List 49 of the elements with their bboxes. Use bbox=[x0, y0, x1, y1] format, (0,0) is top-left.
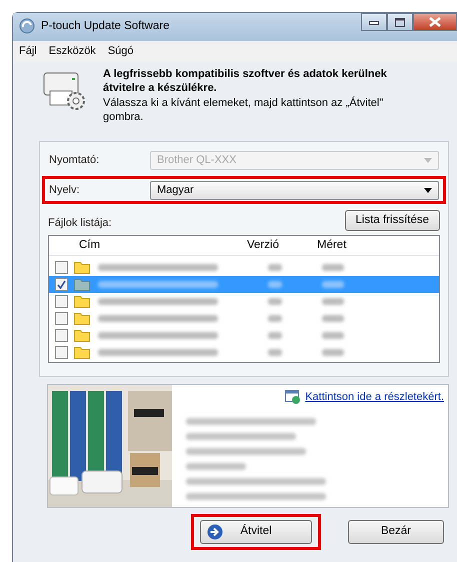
checkbox[interactable] bbox=[55, 312, 68, 325]
menu-item[interactable]: Fájl bbox=[19, 43, 37, 59]
refresh-button[interactable]: Lista frissítése bbox=[344, 210, 440, 231]
app-icon bbox=[19, 18, 35, 34]
maximize-button[interactable] bbox=[387, 13, 413, 31]
column-header[interactable]: Méret bbox=[309, 236, 389, 254]
blurred-text bbox=[268, 264, 282, 271]
blurred-text bbox=[268, 349, 282, 356]
column-header[interactable]: Verzió bbox=[239, 236, 309, 254]
maximize-icon bbox=[395, 18, 405, 27]
blurred-text bbox=[322, 315, 344, 322]
close-dialog-button[interactable]: Bezár bbox=[348, 520, 444, 544]
blurred-text bbox=[322, 298, 344, 305]
checkbox[interactable] bbox=[55, 295, 68, 308]
blurred-text bbox=[322, 281, 344, 288]
details-link[interactable]: Kattintson ide a részletekért. bbox=[305, 389, 444, 406]
minimize-button[interactable] bbox=[361, 13, 387, 31]
headline-text: A legfrissebb kompatibilis szoftver és adatok kerülnek átvitelre a készülékre. bbox=[103, 67, 388, 95]
minimize-icon bbox=[369, 19, 379, 26]
blurred-text bbox=[322, 264, 344, 271]
folder-icon bbox=[74, 345, 90, 360]
menu-item[interactable]: Eszközök bbox=[48, 43, 96, 59]
folder-icon bbox=[74, 328, 90, 342]
menu-item[interactable]: Súgó bbox=[108, 43, 134, 59]
blurred-text bbox=[268, 298, 282, 305]
field-label: Nyelv: bbox=[48, 182, 81, 198]
window-title: P-touch Update Software bbox=[41, 19, 170, 34]
checkbox[interactable] bbox=[55, 261, 68, 274]
close-button[interactable] bbox=[413, 13, 457, 31]
checkbox[interactable] bbox=[55, 346, 68, 359]
close-icon bbox=[429, 17, 441, 28]
column-header[interactable]: Cím bbox=[49, 236, 239, 254]
blurred-text bbox=[268, 281, 282, 288]
blurred-text bbox=[322, 332, 344, 339]
blurred-text bbox=[322, 349, 344, 356]
dropdown-field[interactable]: Magyar bbox=[150, 180, 439, 200]
dropdown-field: Brother QL-XXX bbox=[150, 150, 439, 170]
list-label: Fájlok listája: bbox=[48, 216, 112, 230]
web-page-icon bbox=[285, 390, 302, 404]
folder-icon bbox=[74, 277, 90, 292]
field-label: Nyomtató: bbox=[48, 152, 100, 168]
blurred-text bbox=[268, 315, 282, 322]
blurred-text bbox=[268, 332, 282, 339]
instruction-text: Válassza ki a kívánt elemeket, majd kattintson az „Átvitel" gombra. bbox=[103, 96, 384, 124]
checkbox[interactable] bbox=[55, 278, 68, 291]
folder-icon bbox=[74, 311, 90, 326]
transfer-button[interactable]: Átvitel bbox=[200, 520, 312, 544]
checkbox[interactable] bbox=[55, 329, 68, 342]
blurred-text bbox=[186, 462, 246, 470]
